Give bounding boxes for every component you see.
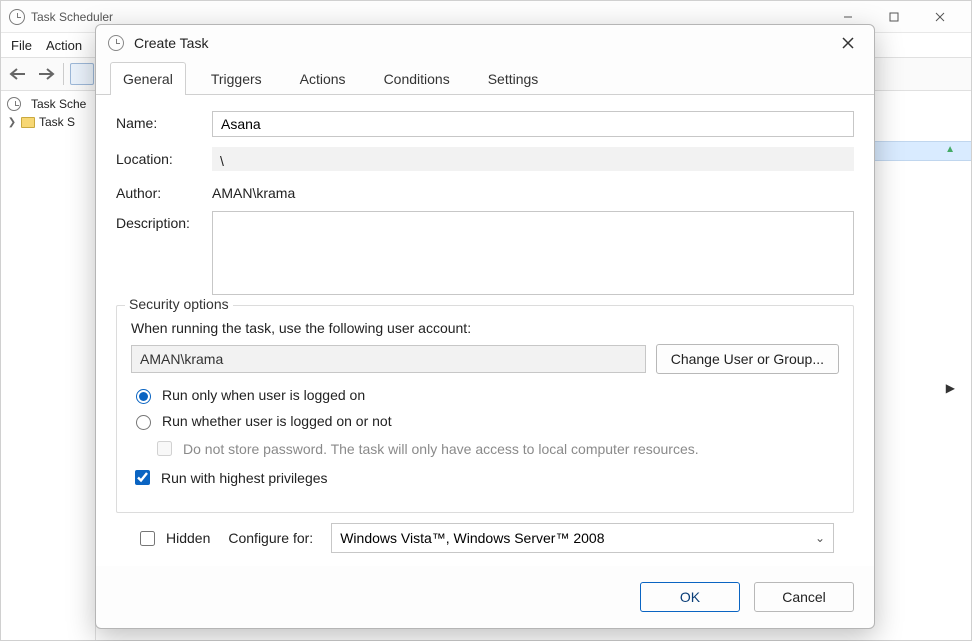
label-description: Description: <box>116 211 212 231</box>
label-configure-for: Configure for: <box>228 530 313 546</box>
radio-run-whether[interactable]: Run whether user is logged on or not <box>131 412 839 430</box>
description-field[interactable] <box>212 211 854 295</box>
label-location: Location: <box>116 147 212 167</box>
configure-for-value: Windows Vista™, Windows Server™ 2008 <box>340 530 604 546</box>
radio-run-logged-on-input[interactable] <box>136 389 151 404</box>
forward-button[interactable] <box>35 63 57 85</box>
ok-button[interactable]: OK <box>640 582 740 612</box>
tab-settings[interactable]: Settings <box>475 62 552 95</box>
checkbox-hidden-label: Hidden <box>166 530 210 546</box>
dialog-titlebar: Create Task <box>96 25 874 61</box>
change-user-button[interactable]: Change User or Group... <box>656 344 839 374</box>
security-options-group: Security options When running the task, … <box>116 305 854 513</box>
tab-general[interactable]: General <box>110 62 186 95</box>
checkbox-highest-privileges-input[interactable] <box>135 470 150 485</box>
cancel-button[interactable]: Cancel <box>754 582 854 612</box>
checkbox-hidden-input[interactable] <box>140 531 155 546</box>
clock-icon <box>7 97 21 111</box>
checkbox-highest-privileges-label: Run with highest privileges <box>161 470 328 486</box>
create-task-dialog: Create Task General Triggers Actions Con… <box>95 24 875 629</box>
checkbox-no-store-password-input <box>157 441 172 456</box>
checkbox-no-store-password-label: Do not store password. The task will onl… <box>183 441 699 457</box>
dialog-icon <box>108 35 124 51</box>
tab-page-general: Name: Location: \ Author: AMAN\krama Des… <box>96 95 874 566</box>
configure-for-select[interactable]: Windows Vista™, Windows Server™ 2008 ⌄ <box>331 523 834 553</box>
security-prompt: When running the task, use the following… <box>131 320 839 336</box>
dialog-button-row: OK Cancel <box>96 566 874 628</box>
maximize-button[interactable] <box>871 2 917 32</box>
toolbar-separator <box>63 63 64 85</box>
chevron-right-icon[interactable]: ❯ <box>7 117 17 128</box>
checkbox-hidden[interactable]: Hidden <box>136 528 210 549</box>
tab-actions[interactable]: Actions <box>287 62 359 95</box>
main-window-title: Task Scheduler <box>31 10 825 24</box>
folder-icon <box>21 117 35 128</box>
sort-indicator-icon: ▲ <box>945 144 955 155</box>
dialog-close-button[interactable] <box>834 29 862 57</box>
tab-triggers[interactable]: Triggers <box>198 62 275 95</box>
checkbox-highest-privileges[interactable]: Run with highest privileges <box>131 467 839 488</box>
tree-root[interactable]: Task Sche <box>5 95 91 113</box>
author-value: AMAN\krama <box>212 181 854 201</box>
toolbar-icon[interactable] <box>70 63 94 85</box>
tree-lib-label: Task S <box>39 115 75 129</box>
chevron-down-icon: ⌄ <box>815 531 825 545</box>
menu-file[interactable]: File <box>11 38 32 53</box>
dialog-title: Create Task <box>134 35 834 51</box>
radio-run-logged-on-label: Run only when user is logged on <box>162 387 365 403</box>
tree-root-label: Task Sche <box>31 97 86 111</box>
security-options-title: Security options <box>125 296 233 312</box>
radio-run-logged-on[interactable]: Run only when user is logged on <box>131 386 839 404</box>
close-button[interactable] <box>917 2 963 32</box>
radio-run-whether-input[interactable] <box>136 415 151 430</box>
radio-run-whether-label: Run whether user is logged on or not <box>162 413 392 429</box>
label-author: Author: <box>116 181 212 201</box>
tree-library[interactable]: ❯ Task S <box>5 113 91 131</box>
location-value: \ <box>212 147 854 171</box>
play-icon[interactable]: ▶ <box>946 381 955 395</box>
checkbox-no-store-password: Do not store password. The task will onl… <box>153 438 839 459</box>
tree-pane[interactable]: Task Sche ❯ Task S <box>1 91 96 640</box>
menu-action[interactable]: Action <box>46 38 82 53</box>
user-account-field: AMAN\krama <box>131 345 646 373</box>
tab-conditions[interactable]: Conditions <box>371 62 463 95</box>
label-name: Name: <box>116 111 212 131</box>
name-field[interactable] <box>212 111 854 137</box>
back-button[interactable] <box>7 63 29 85</box>
app-icon <box>9 9 25 25</box>
tab-strip: General Triggers Actions Conditions Sett… <box>96 61 874 95</box>
